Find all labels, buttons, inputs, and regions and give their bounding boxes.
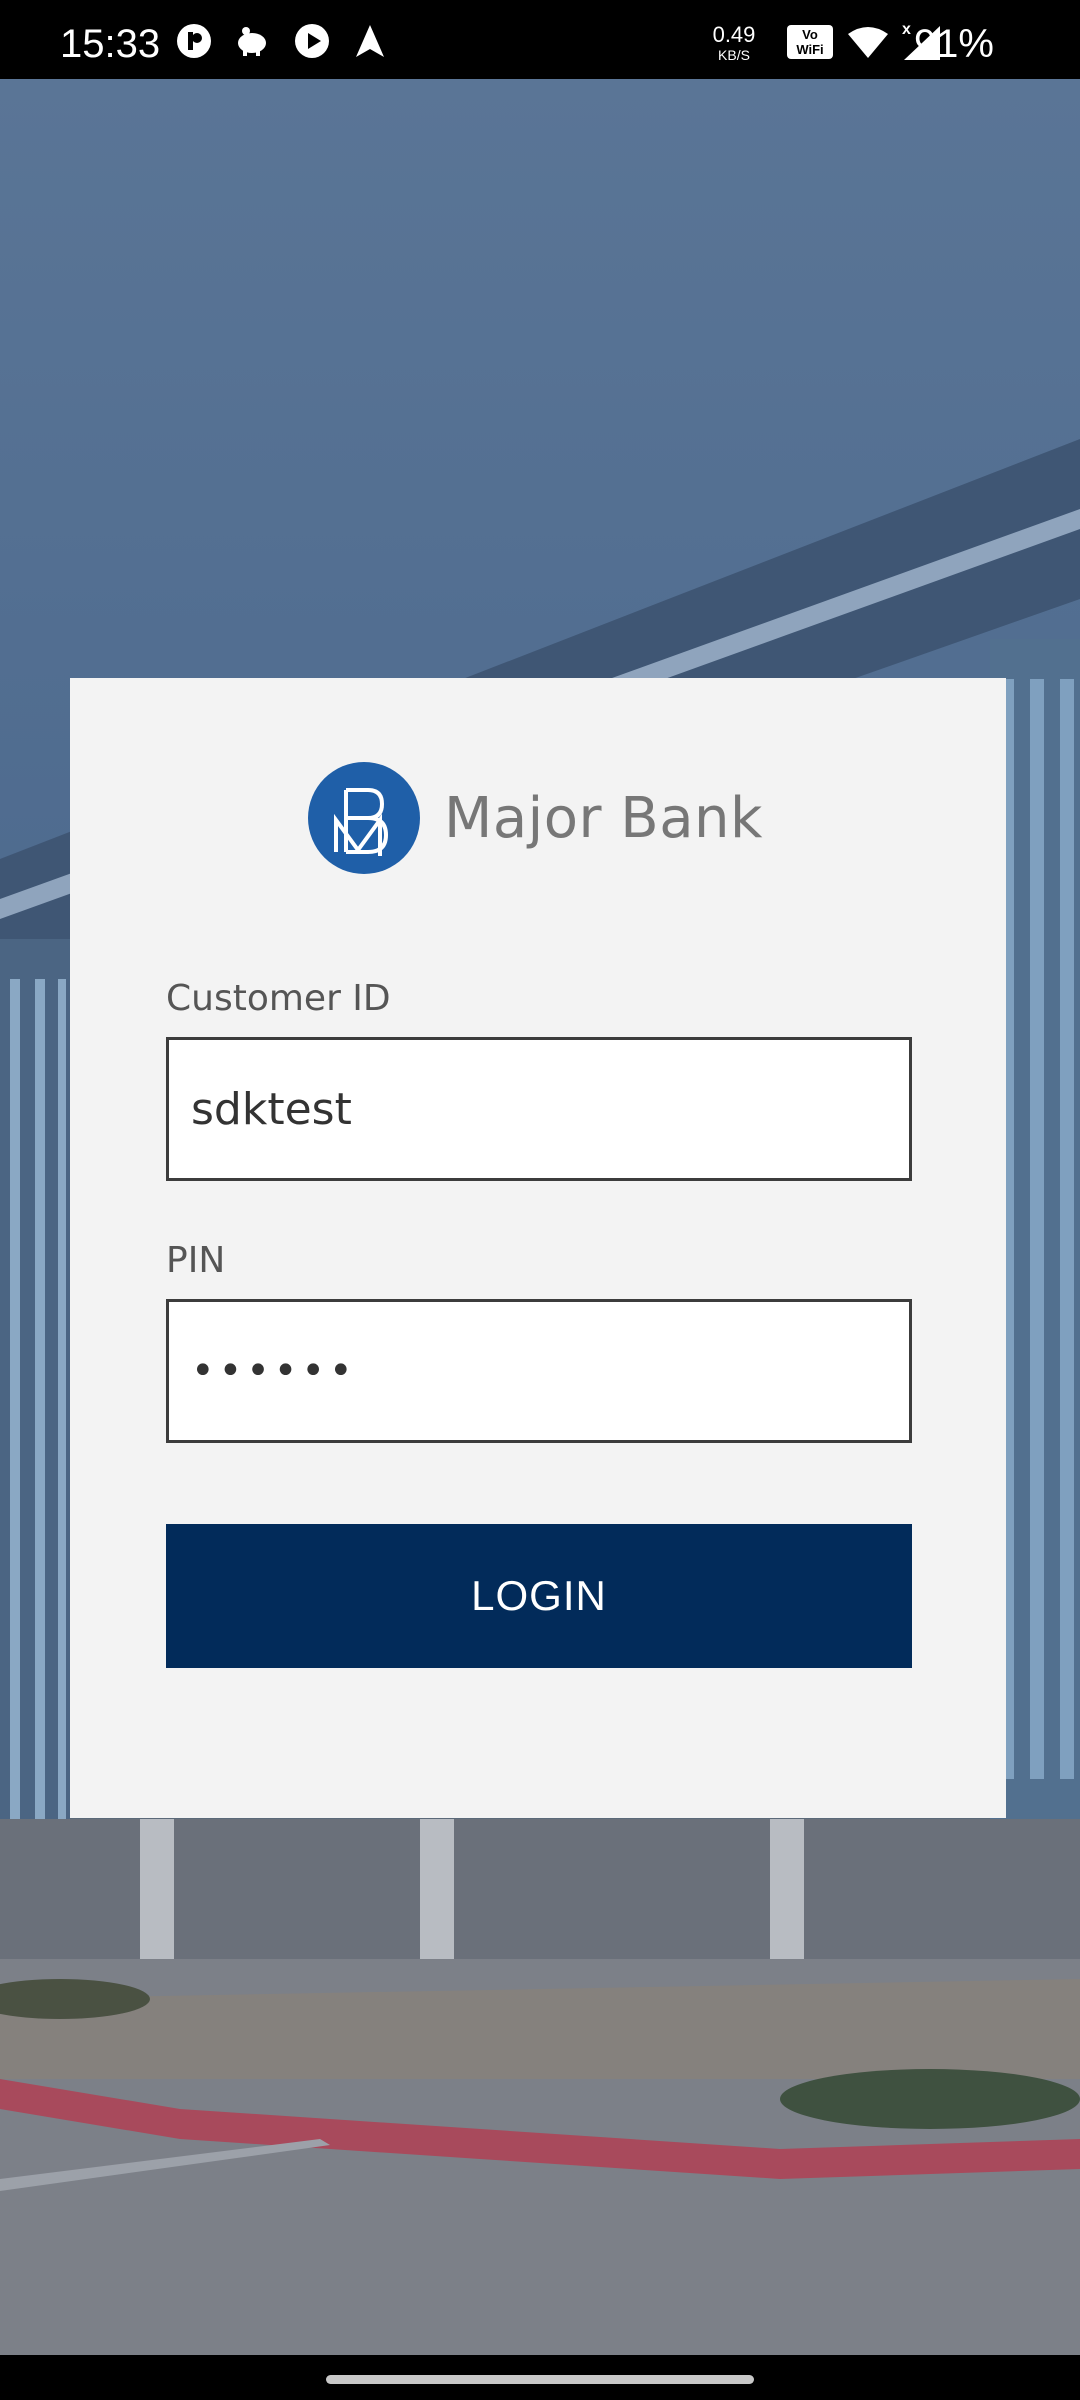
login-card: Major Bank Customer ID sdktest PIN •••••… [70, 678, 1006, 1818]
vowifi-icon: Vo WiFi [787, 25, 833, 59]
piggy-bank-icon [238, 27, 266, 56]
customer-id-label: Customer ID [166, 978, 391, 1019]
brand-name: Major Bank [444, 785, 763, 851]
status-time: 15:33 [60, 22, 161, 66]
svg-text:Vo: Vo [802, 27, 818, 42]
pin-value: •••••• [191, 1348, 357, 1394]
navigation-arrow-icon [356, 25, 384, 57]
svg-text:WiFi: WiFi [796, 42, 823, 57]
major-bank-logo [308, 762, 420, 874]
login-screen: 15:33 0.49 KB/S Vo WiFi x 91% Major Bank… [0, 0, 1080, 2400]
svg-text:x: x [902, 21, 911, 38]
home-indicator[interactable] [326, 2375, 754, 2384]
pin-label: PIN [166, 1240, 226, 1281]
app-indicator-icon [177, 24, 211, 58]
network-speed: 0.49 KB/S [712, 22, 756, 63]
battery-level: 91% [913, 22, 994, 66]
navigation-bar [0, 2355, 1080, 2400]
status-right: 0.49 KB/S Vo WiFi x 91% [660, 0, 1080, 79]
status-bar: 15:33 0.49 KB/S Vo WiFi x 91% [0, 0, 1080, 79]
login-button[interactable]: LOGIN [166, 1524, 912, 1668]
play-icon [295, 24, 329, 58]
customer-id-value: sdktest [191, 1083, 352, 1135]
brand-header: Major Bank [306, 760, 763, 876]
customer-id-input[interactable]: sdktest [166, 1037, 912, 1181]
pin-input[interactable]: •••••• [166, 1299, 912, 1443]
wifi-icon [848, 27, 888, 58]
